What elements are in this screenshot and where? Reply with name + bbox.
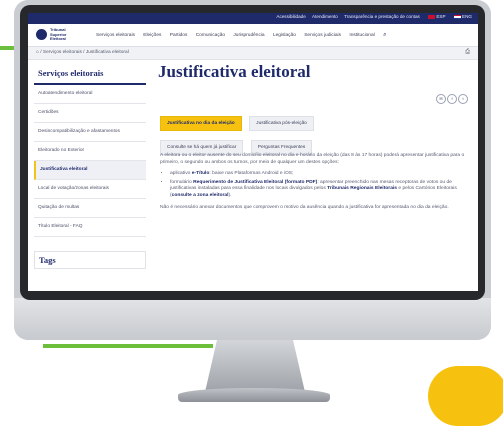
tab-justificativa-pos[interactable]: Justificativa pós-eleição <box>249 116 314 131</box>
menu-institucional[interactable]: Institucional <box>349 33 374 38</box>
search-icon[interactable]: ⌕ <box>383 32 386 38</box>
list-item: formulário Requerimento de Justificativa… <box>170 180 466 200</box>
twitter-icon[interactable]: t <box>458 94 468 104</box>
sidebar-item-eleitorado-exterior[interactable]: Eleitorado no Exterior <box>34 142 146 161</box>
sidebar-title: Serviços eleitorais <box>34 65 146 85</box>
sidebar-item-certidoes[interactable]: Certidões <box>34 104 146 123</box>
browser-screen: Acessibilidade Atendimento Transparência… <box>28 13 478 291</box>
intro-paragraph: A eleitora ou o eleitor ausente do seu d… <box>160 153 465 165</box>
tab-justificativa-dia[interactable]: Justificativa no dia da eleição <box>160 116 242 131</box>
tags-box: Tags <box>34 251 146 269</box>
main-navbar: Tribunal Superior Eleitoral Serviços ele… <box>28 24 478 47</box>
facebook-icon[interactable]: f <box>447 94 457 104</box>
link-atendimento[interactable]: Atendimento <box>312 14 338 19</box>
options-list: aplicativo e-Título: baixe nas Plataform… <box>160 171 466 199</box>
main-menu: Serviços eleitorais Eleições Partidos Co… <box>96 32 393 39</box>
tags-title: Tags <box>39 255 56 265</box>
e-titulo-link[interactable]: e-Título <box>192 171 210 176</box>
breadcrumb: ⌂ / Serviços eleitorais / Justificativa … <box>28 47 478 60</box>
note-paragraph: Não é necessário anexar documentos que c… <box>160 204 449 210</box>
email-icon[interactable]: ✉ <box>436 94 446 104</box>
flag-en[interactable]: ENG <box>452 14 472 19</box>
logo-emblem-icon <box>36 29 47 40</box>
sidebar: Serviços eleitorais Autoatendimento elei… <box>34 65 146 269</box>
menu-legislacao[interactable]: Legislação <box>273 33 296 38</box>
sidebar-item-autoatendimento[interactable]: Autoatendimento eleitoral <box>34 85 146 104</box>
link-acessibilidade[interactable]: Acessibilidade <box>276 14 305 19</box>
decorative-yellow-shape <box>428 366 503 426</box>
tre-link[interactable]: Tribunais Regionais Eleitorais <box>327 186 397 191</box>
page-title: Justificativa eleitoral <box>158 62 311 81</box>
logo-text: Tribunal Superior Eleitoral <box>50 27 67 42</box>
breadcrumb-text[interactable]: / Serviços eleitorais / Justificativa el… <box>40 50 129 55</box>
monitor-chin <box>14 298 491 340</box>
print-icon[interactable]: ⎙ <box>465 49 470 56</box>
consulte-zona-link[interactable]: consulte a zona eleitoral <box>172 193 229 198</box>
sidebar-item-quitacao-multas[interactable]: Quitação de multas <box>34 199 146 218</box>
menu-partidos[interactable]: Partidos <box>170 33 188 38</box>
requerimento-link[interactable]: Requerimento de Justificativa Eleitoral … <box>193 180 317 185</box>
menu-servicos-eleitorais[interactable]: Serviços eleitorais <box>96 33 135 38</box>
decorative-green-line <box>43 344 213 348</box>
monitor-stand <box>205 340 305 392</box>
sidebar-item-justificativa[interactable]: Justificativa eleitoral <box>34 161 146 180</box>
menu-jurisprudencia[interactable]: Jurisprudência <box>233 33 264 38</box>
main-content: Justificativa eleitoral ✉ f t Justificativ… <box>158 61 470 210</box>
article-body: A eleitora ou o eleitor ausente do seu d… <box>160 153 466 216</box>
sidebar-item-local-votacao[interactable]: Local de votação/zonas eleitorais <box>34 180 146 199</box>
menu-eleicoes[interactable]: Eleições <box>143 33 161 38</box>
sidebar-item-titulo-faq[interactable]: Título Eleitoral - FAQ <box>34 218 146 237</box>
monitor-base <box>178 388 330 402</box>
flag-es[interactable]: ESP <box>426 14 445 19</box>
home-icon[interactable]: ⌂ <box>36 50 39 55</box>
menu-servicos-judiciais[interactable]: Serviços judiciais <box>304 33 341 38</box>
list-item: aplicativo e-Título: baixe nas Plataform… <box>170 171 466 178</box>
menu-comunicacao[interactable]: Comunicação <box>196 33 225 38</box>
share-buttons: ✉ f t <box>435 87 468 105</box>
tabs: Justificativa no dia da eleição Justific… <box>160 111 317 159</box>
link-transparencia[interactable]: Transparência e prestação de contas <box>344 14 420 19</box>
top-utility-bar: Acessibilidade Atendimento Transparência… <box>28 13 478 24</box>
sidebar-item-desincompatibilizacao[interactable]: Desincompatibilização e afastamentos <box>34 123 146 142</box>
